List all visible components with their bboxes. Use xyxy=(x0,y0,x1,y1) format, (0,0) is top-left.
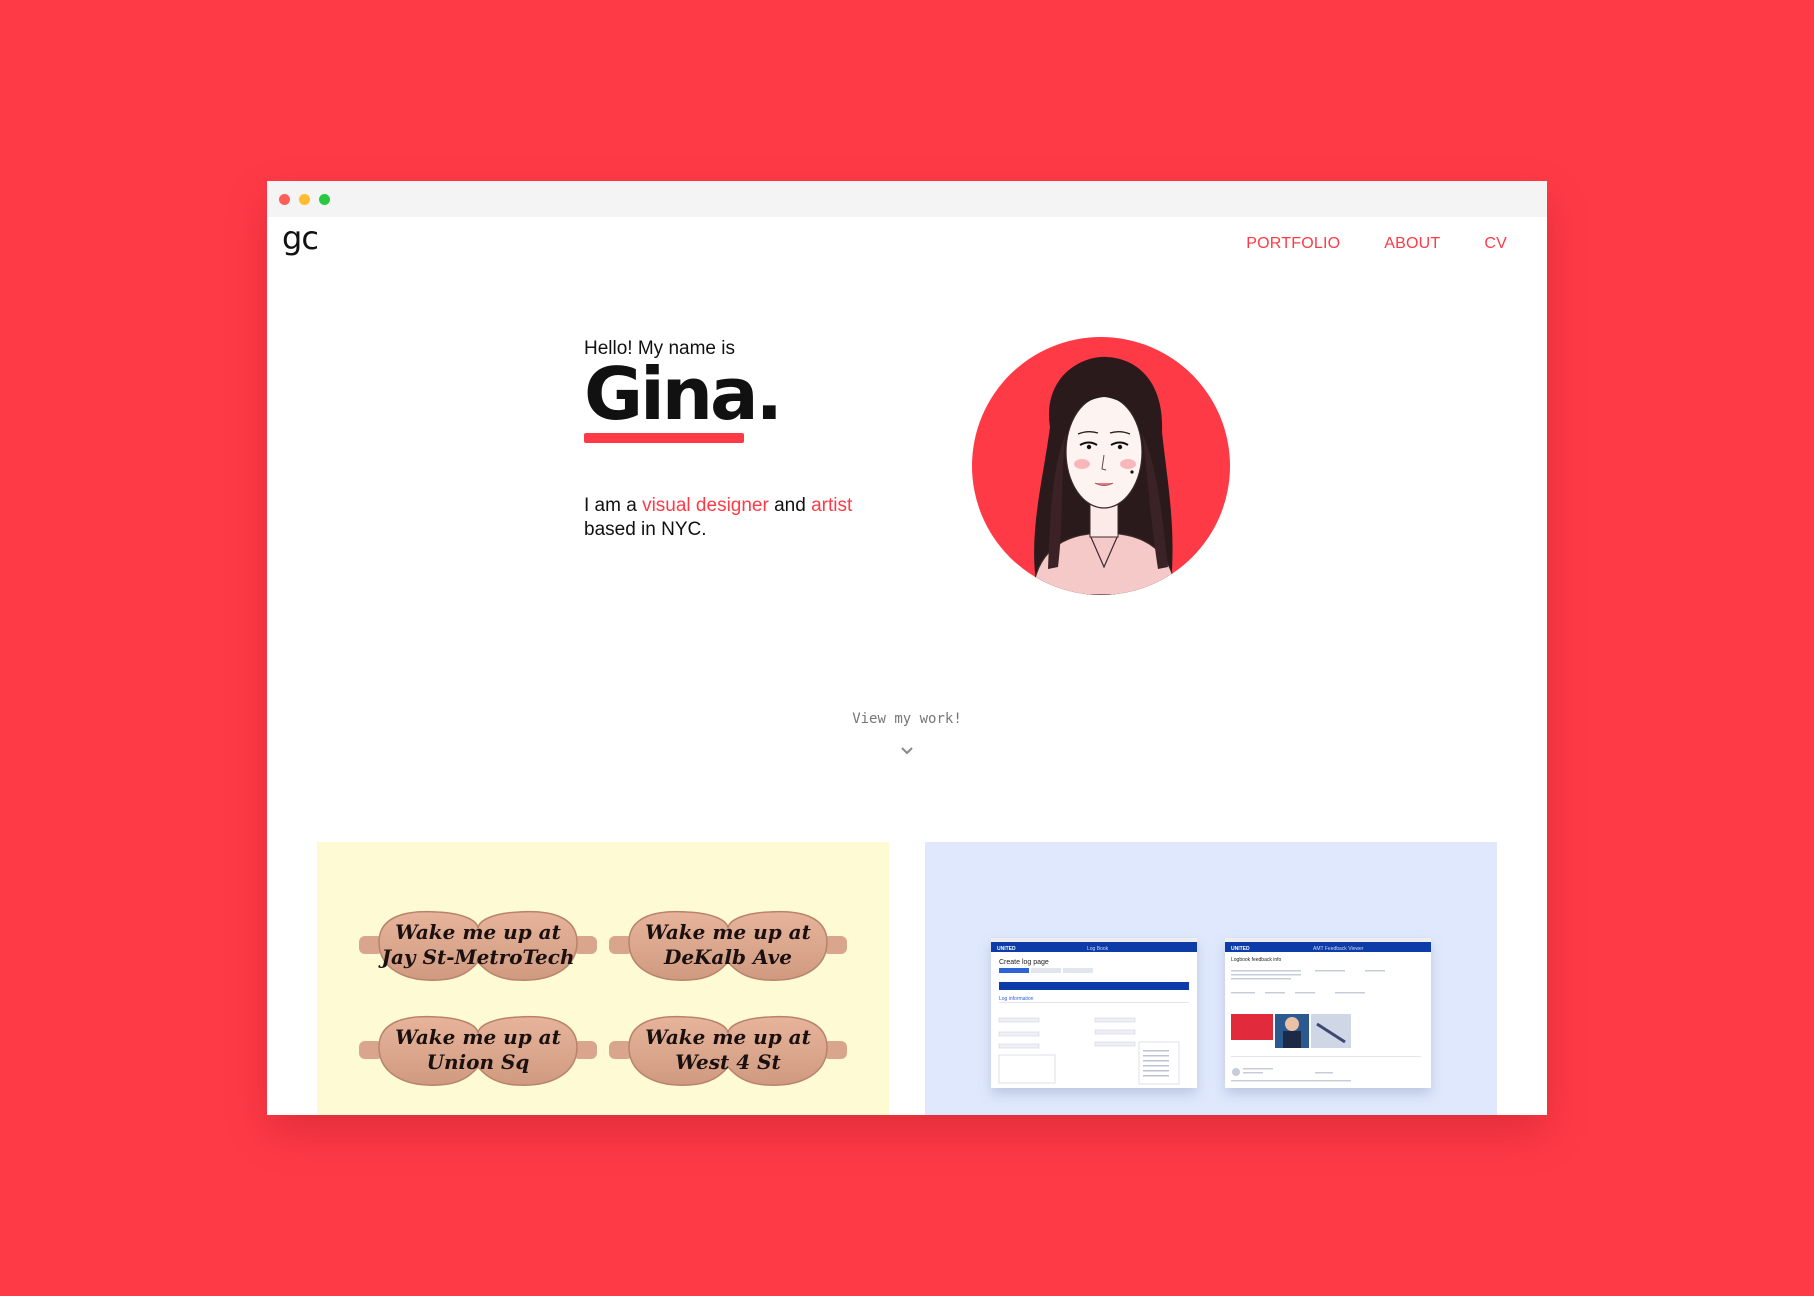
hero-name-text: Gina xyxy=(584,352,759,436)
tagline-accent-artist: artist xyxy=(811,495,853,516)
tagline-accent-designer: visual designer xyxy=(642,495,769,516)
tagline-prefix: I am a xyxy=(584,495,643,516)
hero-name-block: Gina. xyxy=(584,358,884,454)
minimize-window-button[interactable] xyxy=(299,193,310,205)
screen-1-section: Log information xyxy=(999,996,1034,1002)
nav-link-portfolio[interactable]: PORTFOLIO xyxy=(1246,235,1340,253)
screen-1-title: Create log page xyxy=(999,959,1049,966)
site-navbar: gc PORTFOLIO ABOUT CV xyxy=(267,217,1547,277)
mask-3-line-2: Union Sq xyxy=(427,1050,530,1074)
nav-link-about[interactable]: ABOUT xyxy=(1384,235,1440,253)
screen-2-header: AMT Feedback Viewer xyxy=(1313,946,1364,952)
screen-1-brand: UNITED xyxy=(997,946,1016,952)
browser-window: gc PORTFOLIO ABOUT CV Hello! My name is … xyxy=(267,181,1547,1115)
mask-3-line-1: Wake me up at xyxy=(395,1025,562,1049)
mask-4-line-2: West 4 St xyxy=(675,1050,781,1074)
close-window-button[interactable] xyxy=(279,193,290,205)
hero-name-period: . xyxy=(755,352,783,436)
tagline-middle: and xyxy=(768,495,812,516)
hero-name: Gina. xyxy=(584,358,783,430)
mask-2-line-2: DeKalb Ave xyxy=(663,945,792,969)
maximize-window-button[interactable] xyxy=(319,193,330,205)
window-titlebar xyxy=(267,181,1547,217)
mask-2-line-1: Wake me up at xyxy=(645,920,812,944)
project-card-sleep-masks[interactable]: Wake me up at Jay St-MetroTech Wake me u… xyxy=(317,842,889,1115)
hero-tagline: I am a visual designer and artist based … xyxy=(584,494,884,542)
mask-1-line-2: Jay St-MetroTech xyxy=(378,945,575,969)
site-logo[interactable]: gc xyxy=(282,219,319,257)
tagline-location: based in NYC. xyxy=(584,519,707,540)
nav-links: PORTFOLIO ABOUT CV xyxy=(1246,235,1507,253)
screen-2-title: Logbook feedback info xyxy=(1231,957,1282,963)
screen-feedback-viewer: UNITED AMT Feedback Viewer Logbook feedb… xyxy=(1225,938,1431,1088)
screen-1-header: Log Book xyxy=(1087,946,1109,952)
view-work-link[interactable]: View my work! xyxy=(267,711,1547,727)
screen-2-brand: UNITED xyxy=(1231,946,1250,952)
chevron-down-icon[interactable] xyxy=(899,745,915,757)
hero-intro: Hello! My name is Gina. I am a visual de… xyxy=(584,338,884,542)
project-card-united-app[interactable]: UNITED Log Book Create log page Log info… xyxy=(925,842,1497,1115)
nav-link-cv[interactable]: CV xyxy=(1484,235,1507,253)
sleep-masks-artwork: Wake me up at Jay St-MetroTech Wake me u… xyxy=(358,910,848,1086)
portrait-illustration xyxy=(972,337,1230,595)
united-screens-artwork: UNITED Log Book Create log page Log info… xyxy=(991,938,1431,1088)
avatar xyxy=(972,337,1230,595)
screen-log-book: UNITED Log Book Create log page Log info… xyxy=(991,938,1197,1088)
mask-1-line-1: Wake me up at xyxy=(395,920,562,944)
mask-4-line-1: Wake me up at xyxy=(645,1025,812,1049)
